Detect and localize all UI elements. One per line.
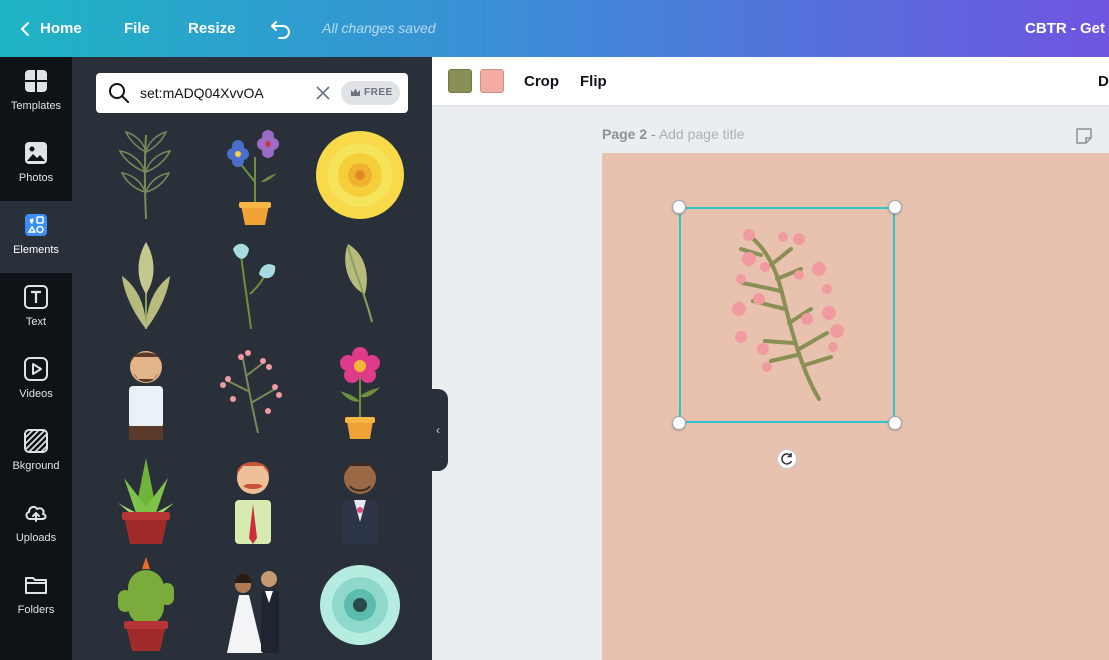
folders-icon xyxy=(25,577,47,594)
rotate-icon xyxy=(781,453,793,465)
sidebar-item-label: Photos xyxy=(18,172,54,184)
element-yellow-dahlia[interactable] xyxy=(310,127,410,227)
undo-icon xyxy=(271,21,290,39)
file-menu-button[interactable]: File xyxy=(124,0,150,57)
element-single-leaf[interactable] xyxy=(310,234,410,334)
selected-element[interactable] xyxy=(679,207,895,423)
sidebar-item-label: Uploads xyxy=(15,532,57,544)
resize-handle-top-right[interactable] xyxy=(888,200,902,214)
element-man-with-beard[interactable] xyxy=(96,341,196,441)
element-potted-cactus[interactable] xyxy=(96,555,196,655)
sidebar-item-label: Bkground xyxy=(12,460,60,472)
element-potted-succulent[interactable] xyxy=(96,448,196,548)
chevron-left-icon xyxy=(21,21,29,36)
top-bar: Home File Resize All changes saved CBTR … xyxy=(0,0,1109,57)
videos-icon xyxy=(24,357,48,381)
element-bride-and-groom[interactable] xyxy=(203,555,303,655)
element-pink-flower-pot[interactable] xyxy=(310,341,410,441)
element-potted-blue-purple-flowers[interactable] xyxy=(203,127,303,227)
color-swatch-green[interactable] xyxy=(448,69,472,93)
page-header: Page 2 - Add page title xyxy=(602,126,744,142)
resize-button[interactable]: Resize xyxy=(188,0,236,57)
resize-handle-top-left[interactable] xyxy=(672,200,686,214)
page-title-input[interactable]: Add page title xyxy=(659,126,745,142)
sidebar-item-videos[interactable]: Videos xyxy=(0,345,72,417)
sidebar-item-label: Text xyxy=(25,316,47,328)
flip-button[interactable]: Flip xyxy=(580,57,607,106)
element-leaf-branch-outline[interactable] xyxy=(96,127,196,227)
sidebar-item-uploads[interactable]: Uploads xyxy=(0,489,72,561)
rotate-handle[interactable] xyxy=(777,449,797,469)
sidebar-item-photos[interactable]: Photos xyxy=(0,129,72,201)
photos-icon xyxy=(25,142,47,164)
sidebar-item-text[interactable]: Text xyxy=(0,273,72,345)
crop-button[interactable]: Crop xyxy=(524,57,559,106)
sidebar-item-folders[interactable]: Folders xyxy=(0,561,72,633)
page-label-separator: - xyxy=(647,126,659,142)
sidebar-item-background[interactable]: Bkground xyxy=(0,417,72,489)
left-sidebar: Templates Photos Elements Text Videos Bk… xyxy=(0,57,72,660)
sidebar-item-label: Folders xyxy=(17,604,55,616)
search-bar: set:mADQ04XvvOA FREE xyxy=(96,73,408,113)
sidebar-item-label: Videos xyxy=(19,388,53,400)
home-button[interactable]: Home xyxy=(20,0,82,57)
element-blue-flowers-stem[interactable] xyxy=(203,234,303,334)
sidebar-item-label: Elements xyxy=(13,244,59,256)
notes-icon[interactable] xyxy=(1075,127,1093,145)
element-man-in-suit[interactable] xyxy=(310,448,410,548)
resize-handle-bottom-left[interactable] xyxy=(672,416,686,430)
uploads-icon xyxy=(25,505,47,522)
element-green-leaves[interactable] xyxy=(96,234,196,334)
home-label: Home xyxy=(40,20,82,37)
sidebar-item-label: Templates xyxy=(10,100,62,112)
resize-handle-bottom-right[interactable] xyxy=(888,416,902,430)
toolbar-overflow-button[interactable]: D xyxy=(1098,57,1109,106)
undo-button[interactable] xyxy=(270,18,292,40)
element-pink-berry-sprig[interactable] xyxy=(203,341,303,441)
search-input[interactable]: set:mADQ04XvvOA xyxy=(140,73,264,113)
elements-panel: set:mADQ04XvvOA FREE xyxy=(72,57,432,660)
more-icon[interactable] xyxy=(26,653,46,659)
crown-icon xyxy=(351,88,360,96)
element-red-haired-man[interactable] xyxy=(203,448,303,548)
chevron-left-icon: ‹ xyxy=(436,423,440,437)
save-status: All changes saved xyxy=(322,20,436,36)
sidebar-item-elements[interactable]: Elements xyxy=(0,201,72,273)
search-icon xyxy=(109,83,129,103)
background-icon xyxy=(24,429,48,453)
close-icon[interactable] xyxy=(314,84,332,102)
templates-icon xyxy=(25,70,47,92)
collapse-panel-button[interactable]: ‹ xyxy=(432,389,448,471)
free-badge-label: FREE xyxy=(364,87,393,98)
element-mint-dahlia[interactable] xyxy=(310,555,410,655)
text-icon xyxy=(24,285,48,309)
free-filter-badge[interactable]: FREE xyxy=(341,81,400,105)
design-title[interactable]: CBTR - Get to xyxy=(1025,0,1109,57)
sidebar-item-templates[interactable]: Templates xyxy=(0,57,72,129)
pink-berry-sprig-graphic xyxy=(732,229,844,401)
toolbar: Crop Flip D xyxy=(432,57,1109,106)
color-swatch-pink[interactable] xyxy=(480,69,504,93)
page-label: Page 2 xyxy=(602,126,648,142)
elements-icon xyxy=(25,214,47,236)
